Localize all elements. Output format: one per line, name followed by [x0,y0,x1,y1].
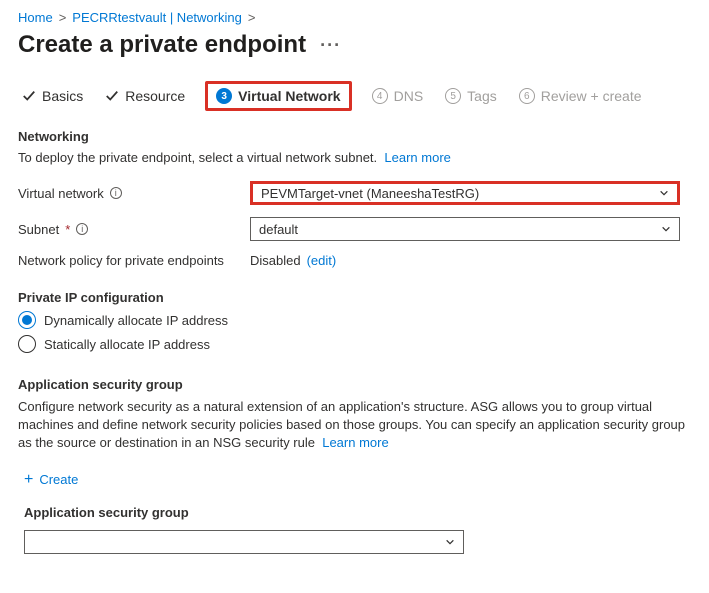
subnet-select-value: default [259,222,298,237]
create-asg-button[interactable]: + Create [18,471,78,489]
step-number-icon: 6 [519,88,535,104]
subnet-label-text: Subnet [18,222,59,237]
more-actions-icon[interactable]: ··· [320,35,341,56]
check-icon [105,89,119,103]
step-number-icon: 3 [216,88,232,104]
tab-tags[interactable]: 5 Tags [443,84,499,108]
vnet-label-text: Virtual network [18,186,104,201]
wizard-tabs: Basics Resource 3 Virtual Network 4 DNS … [18,81,691,111]
tab-virtual-network[interactable]: 3 Virtual Network [205,81,351,111]
policy-value: Disabled [250,253,301,268]
ip-config-radio-group: Dynamically allocate IP address Statical… [18,311,691,353]
radio-static-ip[interactable]: Statically allocate IP address [18,335,691,353]
tab-basics[interactable]: Basics [20,84,85,108]
breadcrumb: Home > PECRRtestvault | Networking > [18,10,691,25]
asg-heading: Application security group [18,377,691,392]
radio-dynamic-label: Dynamically allocate IP address [44,313,228,328]
subnet-select[interactable]: default [250,217,680,241]
breadcrumb-vault[interactable]: PECRRtestvault | Networking [72,10,242,25]
policy-edit-link[interactable]: (edit) [307,253,337,268]
check-icon [22,89,36,103]
tab-vnet-label: Virtual Network [238,88,340,104]
ip-config-heading: Private IP configuration [18,290,691,305]
asg-select[interactable] [24,530,464,554]
network-policy-label: Network policy for private endpoints [18,253,250,268]
info-icon[interactable]: i [110,187,122,199]
tab-review-label: Review + create [541,88,642,104]
required-icon: * [65,222,70,237]
step-number-icon: 4 [372,88,388,104]
chevron-right-icon: > [59,10,67,25]
radio-dynamic-ip[interactable]: Dynamically allocate IP address [18,311,691,329]
chevron-down-icon [661,224,671,234]
tab-basics-label: Basics [42,88,83,104]
tab-resource-label: Resource [125,88,185,104]
networking-learn-more-link[interactable]: Learn more [384,150,450,165]
radio-icon [18,335,36,353]
tab-dns[interactable]: 4 DNS [370,84,426,108]
policy-label-text: Network policy for private endpoints [18,253,224,268]
info-icon[interactable]: i [76,223,88,235]
asg-field-label: Application security group [24,505,691,520]
asg-desc: Configure network security as a natural … [18,398,691,453]
create-label: Create [39,472,78,487]
page-title: Create a private endpoint ··· [18,31,691,59]
breadcrumb-home[interactable]: Home [18,10,53,25]
tab-review-create[interactable]: 6 Review + create [517,84,644,108]
networking-desc-text: To deploy the private endpoint, select a… [18,150,377,165]
chevron-down-icon [445,537,455,547]
subnet-label: Subnet * i [18,222,250,237]
tab-tags-label: Tags [467,88,497,104]
chevron-down-icon [659,188,669,198]
asg-learn-more-link[interactable]: Learn more [322,435,388,450]
page-title-text: Create a private endpoint [18,31,306,59]
virtual-network-select[interactable]: PEVMTarget-vnet (ManeeshaTestRG) [250,181,680,205]
vnet-select-value: PEVMTarget-vnet (ManeeshaTestRG) [261,186,479,201]
tab-resource[interactable]: Resource [103,84,187,108]
tab-dns-label: DNS [394,88,424,104]
networking-heading: Networking [18,129,691,144]
vnet-label: Virtual network i [18,186,250,201]
step-number-icon: 5 [445,88,461,104]
plus-icon: + [24,471,33,489]
chevron-right-icon: > [248,10,256,25]
radio-static-label: Statically allocate IP address [44,337,210,352]
radio-icon [18,311,36,329]
networking-desc: To deploy the private endpoint, select a… [18,150,691,165]
